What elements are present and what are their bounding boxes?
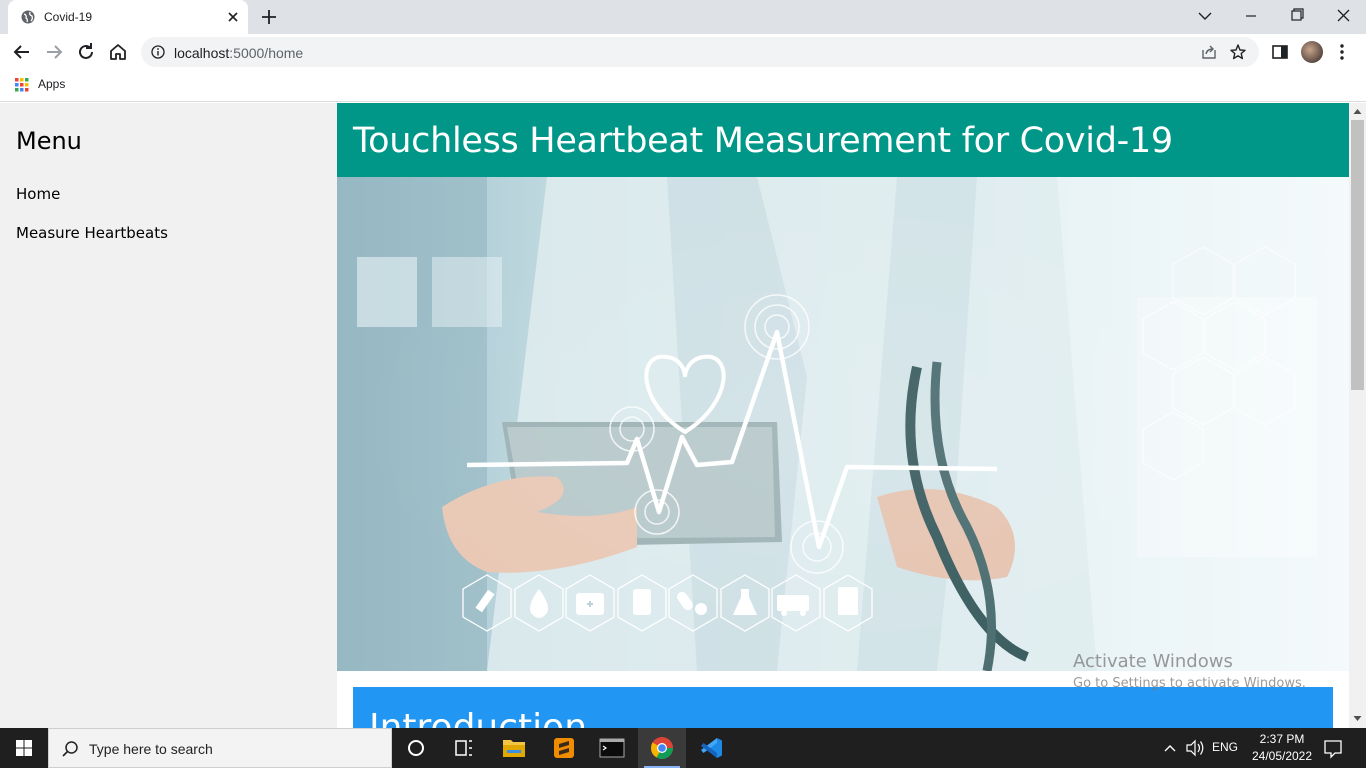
address-bar[interactable]: localhost:5000/home (141, 37, 1259, 67)
system-clock[interactable]: 2:37 PM 24/05/2022 (1244, 731, 1320, 765)
vscode-icon[interactable] (687, 728, 735, 768)
clock-time: 2:37 PM (1259, 732, 1305, 746)
sidebar-title: Menu (16, 127, 82, 155)
url-text: localhost:5000/home (174, 45, 304, 61)
windows-start-icon[interactable] (0, 728, 48, 768)
browser-toolbar: localhost:5000/home (0, 34, 1366, 70)
taskbar-search[interactable]: Type here to search (48, 728, 392, 768)
side-panel-icon[interactable] (1271, 43, 1289, 61)
volume-icon[interactable] (1183, 728, 1207, 768)
page-title: Touchless Heartbeat Measurement for Covi… (353, 121, 1173, 161)
sublime-text-icon[interactable] (540, 728, 588, 768)
language-indicator[interactable]: ENG (1212, 740, 1238, 754)
watermark-subtitle: Go to Settings to activate Windows. (1073, 676, 1306, 691)
profile-avatar[interactable] (1301, 41, 1323, 63)
new-tab-icon[interactable] (259, 7, 279, 27)
scroll-down-icon[interactable] (1353, 714, 1362, 723)
apps-bookmark[interactable]: Apps (38, 77, 65, 91)
globe-icon (21, 10, 35, 24)
menu-kebab-icon[interactable] (1336, 42, 1348, 62)
bookmarks-bar: Apps (0, 70, 1366, 102)
terminal-icon[interactable] (588, 728, 636, 768)
sidebar-link-measure-heartbeats[interactable]: Measure Heartbeats (16, 224, 168, 242)
reload-icon[interactable] (74, 40, 98, 64)
close-window-icon[interactable] (1320, 0, 1366, 32)
tab-search-icon[interactable] (1182, 0, 1228, 32)
forward-icon[interactable] (42, 40, 66, 64)
introduction-heading: Introduction (369, 707, 588, 728)
main-content: Touchless Heartbeat Measurement for Covi… (337, 103, 1349, 728)
home-icon[interactable] (106, 40, 130, 64)
watermark-title: Activate Windows (1073, 651, 1233, 672)
restore-icon[interactable] (1274, 0, 1320, 32)
bookmark-star-icon[interactable] (1229, 43, 1247, 61)
clock-date: 24/05/2022 (1251, 749, 1313, 763)
sidebar-link-home[interactable]: Home (16, 185, 60, 203)
introduction-section: Introduction (353, 687, 1333, 728)
sidebar: Menu Home Measure Heartbeats (0, 103, 337, 728)
minimize-icon[interactable] (1228, 0, 1274, 32)
scrollbar-thumb[interactable] (1351, 120, 1364, 390)
browser-tabstrip: Covid-19 (0, 0, 1366, 34)
doctor-heartbeat-illustration (337, 177, 1349, 671)
show-hidden-icons-icon[interactable] (1160, 728, 1180, 768)
page-header: Touchless Heartbeat Measurement for Covi… (337, 103, 1349, 177)
browser-tab[interactable]: Covid-19 (8, 0, 248, 34)
back-icon[interactable] (10, 40, 34, 64)
notifications-icon[interactable] (1320, 728, 1346, 768)
chrome-taskbar-item[interactable] (638, 728, 686, 768)
search-placeholder: Type here to search (89, 741, 213, 757)
page-scrollbar[interactable] (1349, 103, 1366, 728)
apps-grid-icon[interactable] (15, 78, 29, 92)
close-tab-icon[interactable] (224, 8, 242, 26)
cortana-icon[interactable] (392, 728, 440, 768)
page-viewport: Menu Home Measure Heartbeats Touchless H… (0, 103, 1366, 728)
task-view-icon[interactable] (440, 728, 488, 768)
tab-title: Covid-19 (44, 10, 93, 24)
share-icon[interactable] (1201, 44, 1217, 60)
search-icon (62, 741, 78, 757)
site-info-icon[interactable] (151, 45, 165, 59)
windows-taskbar: Type here to search ENG 2:37 PM 24/05/20… (0, 728, 1366, 768)
chrome-icon (651, 737, 673, 759)
activate-windows-watermark: Activate Windows Go to Settings to activ… (1073, 651, 1306, 691)
hero-image (337, 177, 1349, 671)
scroll-up-icon[interactable] (1353, 107, 1362, 116)
file-explorer-icon[interactable] (490, 728, 538, 768)
